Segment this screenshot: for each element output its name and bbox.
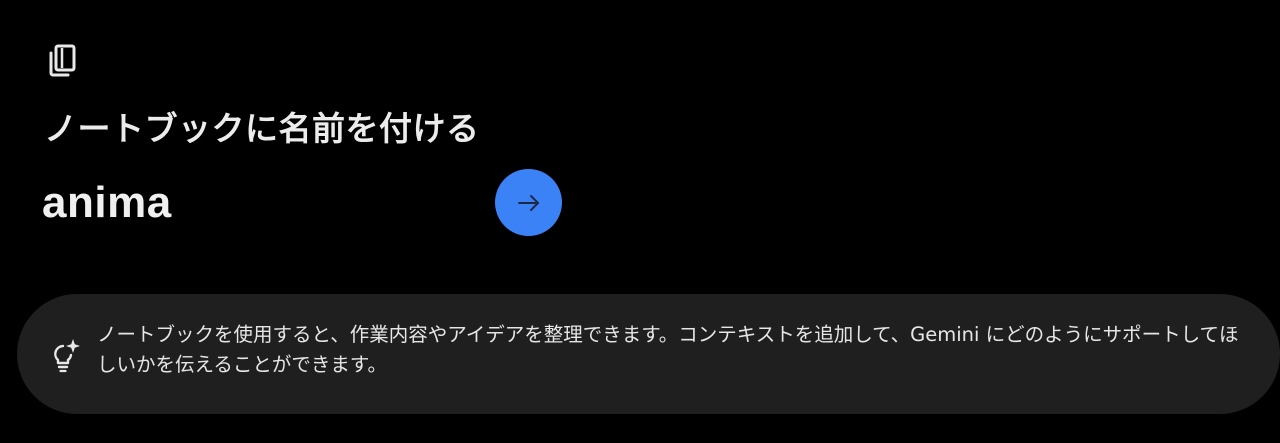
notebook-name-input[interactable] [42, 172, 482, 234]
lightbulb-sparkle-icon [54, 339, 80, 373]
hint-text: ノートブックを使用すると、作業内容やアイデアを整理できます。コンテキストを追加し… [97, 323, 1239, 376]
hint-card: ノートブックを使用すると、作業内容やアイデアを整理できます。コンテキストを追加し… [17, 294, 1280, 414]
notebook-copy-icon [49, 44, 76, 77]
submit-button[interactable] [495, 169, 562, 236]
arrow-right-icon [517, 194, 539, 211]
name-notebook-dialog: ノートブックに名前を付ける ノートブックを使用すると、作業内容やアイデアを整理で… [0, 0, 1280, 443]
dialog-title: ノートブックに名前を付ける [44, 109, 480, 148]
